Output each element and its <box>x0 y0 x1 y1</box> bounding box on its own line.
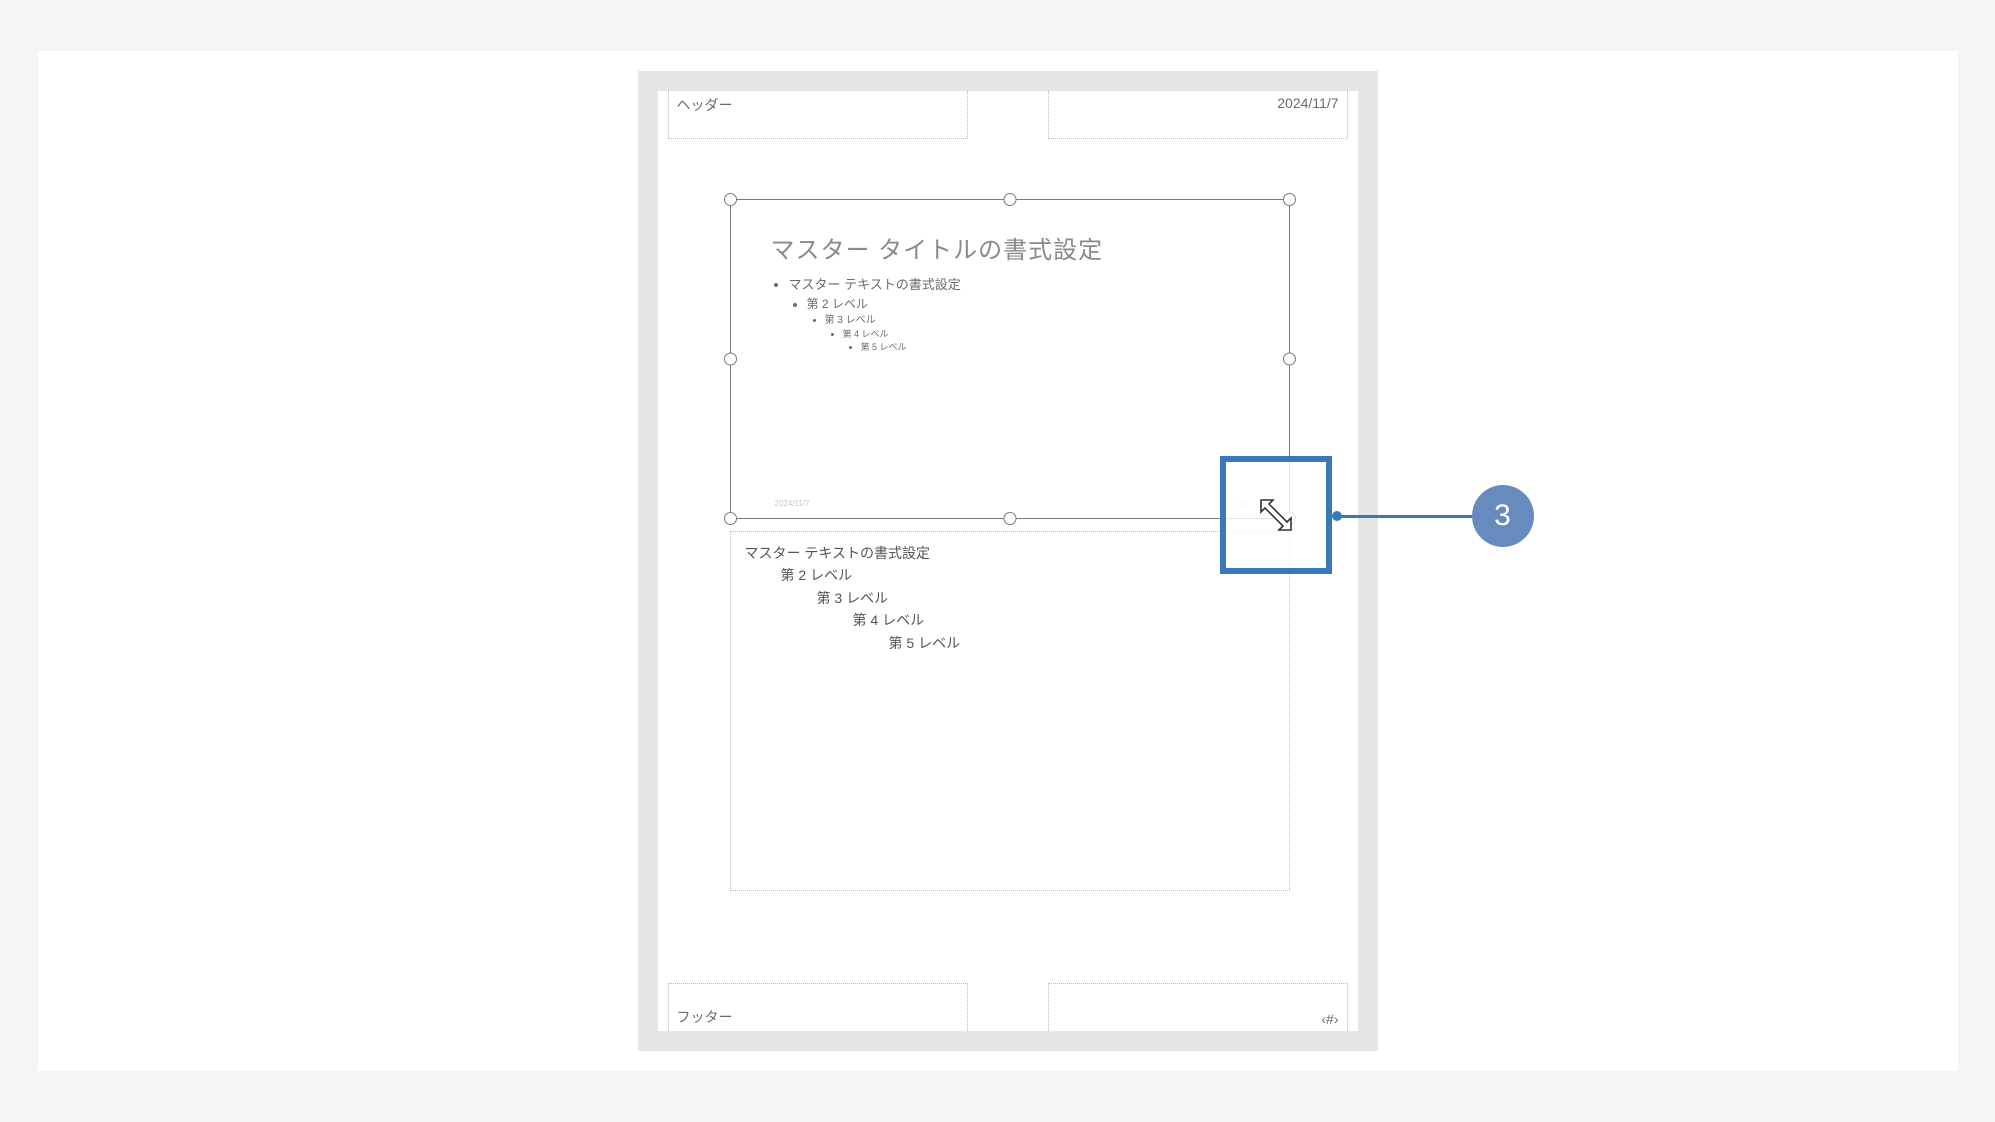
header-left-text: ヘッダー <box>677 95 733 115</box>
app-canvas: ヘッダー 2024/11/7 マスター タイトルの書式設定 マスター テキストの… <box>38 51 1958 1071</box>
footer-left-text: フッター <box>677 1007 733 1027</box>
footer-pagenum-text: ‹#› <box>1321 1011 1338 1027</box>
header-date-text: 2024/11/7 <box>1277 95 1338 111</box>
slide-image-placeholder[interactable]: マスター タイトルの書式設定 マスター テキストの書式設定 第 2 レベル 第 … <box>730 199 1290 519</box>
footer-pagenum-placeholder[interactable]: ‹#› <box>1048 983 1348 1031</box>
slide-master-bullets: マスター テキストの書式設定 第 2 レベル 第 3 レベル 第 4 レベル 第… <box>771 275 961 355</box>
notes-l2: 第 2 レベル <box>781 564 1275 586</box>
resize-handle-ne[interactable] <box>1283 193 1296 206</box>
bullet-l5: 第 5 レベル <box>861 342 907 352</box>
bullet-l1: マスター テキストの書式設定 <box>789 277 961 292</box>
notes-l5: 第 5 レベル <box>889 632 1275 654</box>
callout-highlight-box <box>1220 456 1332 574</box>
bullet-l3: 第 3 レベル <box>825 315 876 326</box>
header-left-placeholder[interactable]: ヘッダー <box>668 91 968 139</box>
resize-handle-w[interactable] <box>724 353 737 366</box>
header-date-placeholder[interactable]: 2024/11/7 <box>1048 91 1348 139</box>
bullet-l2: 第 2 レベル <box>807 297 868 311</box>
resize-diagonal-cursor-icon <box>1255 494 1297 536</box>
callout-connector-line <box>1337 515 1472 518</box>
notes-l3: 第 3 レベル <box>817 587 1275 609</box>
step-number-text: 3 <box>1494 499 1511 533</box>
slide-footer-date: 2024/11/7 <box>775 499 810 508</box>
notes-l4: 第 4 レベル <box>853 609 1275 631</box>
slide-master-title: マスター タイトルの書式設定 <box>771 230 1104 265</box>
resize-handle-nw[interactable] <box>724 193 737 206</box>
resize-handle-e[interactable] <box>1283 353 1296 366</box>
resize-handle-s[interactable] <box>1003 512 1016 525</box>
step-number-badge: 3 <box>1472 485 1534 547</box>
resize-handle-n[interactable] <box>1003 193 1016 206</box>
resize-handle-sw[interactable] <box>724 512 737 525</box>
bullet-l4: 第 4 レベル <box>843 329 889 339</box>
notes-l1: マスター テキストの書式設定 <box>745 542 1275 564</box>
footer-left-placeholder[interactable]: フッター <box>668 983 968 1031</box>
notes-body-placeholder[interactable]: マスター テキストの書式設定 第 2 レベル 第 3 レベル 第 4 レベル 第… <box>730 531 1290 891</box>
